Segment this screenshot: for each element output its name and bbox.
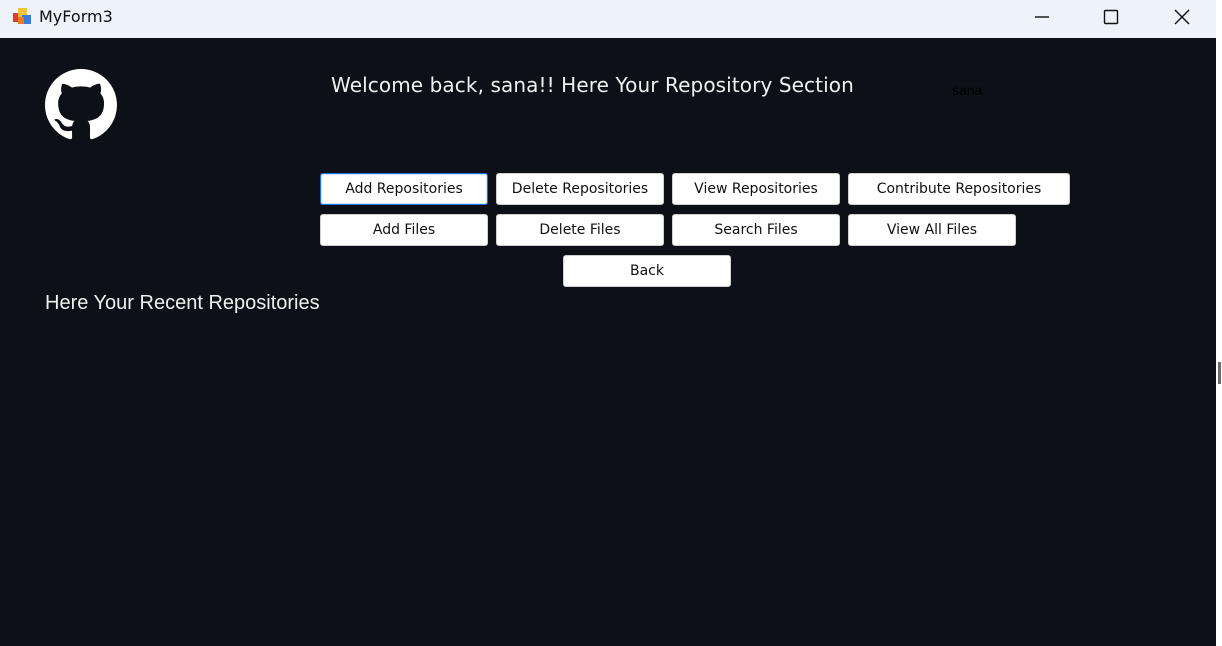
minimize-icon — [1035, 16, 1049, 18]
maximize-icon — [1103, 9, 1119, 25]
back-button[interactable]: Back — [563, 255, 731, 287]
search-files-button[interactable]: Search Files — [672, 214, 840, 246]
contribute-repositories-button[interactable]: Contribute Repositories — [848, 173, 1070, 205]
github-icon — [45, 69, 117, 140]
maximize-button[interactable] — [1088, 0, 1134, 34]
close-button[interactable] — [1159, 0, 1205, 34]
title-bar: MyForm3 — [0, 0, 1216, 38]
delete-files-button[interactable]: Delete Files — [496, 214, 664, 246]
username-label: sana — [952, 82, 983, 98]
close-icon — [1174, 9, 1190, 25]
window-edge — [1216, 0, 1222, 646]
minimize-button[interactable] — [1019, 0, 1065, 34]
app-icon — [13, 8, 31, 24]
delete-repositories-button[interactable]: Delete Repositories — [496, 173, 664, 205]
add-repositories-button[interactable]: Add Repositories — [320, 173, 488, 205]
recent-repositories-heading: Here Your Recent Repositories — [45, 292, 320, 314]
welcome-message: Welcome back, sana!! Here Your Repositor… — [331, 73, 854, 97]
app-window: MyForm3 Welcome back, sana!! Here Your R… — [0, 0, 1216, 646]
edge-scroll-indicator — [1218, 362, 1221, 384]
view-repositories-button[interactable]: View Repositories — [672, 173, 840, 205]
view-all-files-button[interactable]: View All Files — [848, 214, 1016, 246]
add-files-button[interactable]: Add Files — [320, 214, 488, 246]
window-title: MyForm3 — [39, 7, 113, 26]
